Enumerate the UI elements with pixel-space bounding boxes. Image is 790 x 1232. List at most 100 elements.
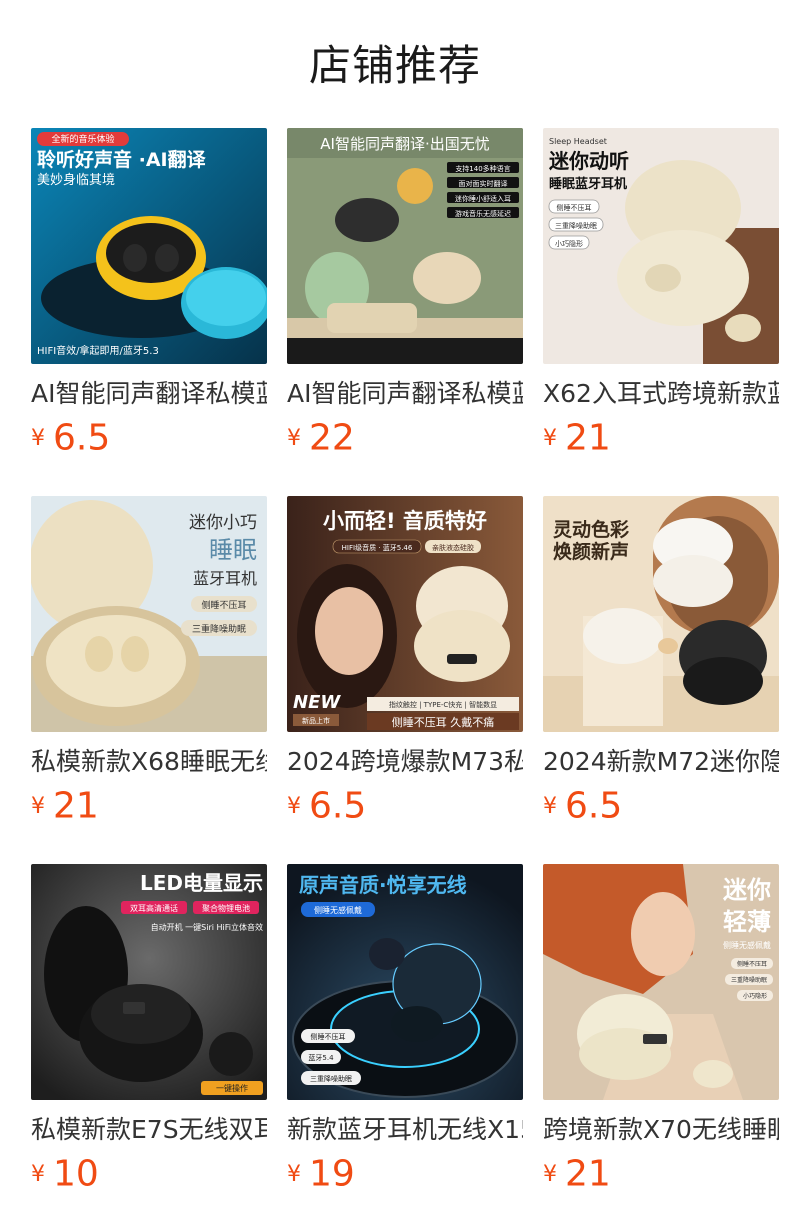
image-feature: 侧睡不压耳 [737,960,767,968]
image-subline: 焕颜新声 [553,540,629,563]
image-feature: 双耳高清通话 [130,903,178,913]
product-price: ¥10 [31,1152,267,1196]
product-image[interactable]: AI智能同声翻译·出国无忧 支持140多种语言 面对面实时翻译 迷你睡小舒适入耳… [287,128,523,364]
product-name[interactable]: 跨境新款X70无线睡眠蓝牙耳机 [543,1114,779,1146]
product-card[interactable]: 小而轻! 音质特好 HIFI级音质 · 蓝牙5.46 亲肤液态硅胶 NEW 新品… [287,496,523,864]
product-card[interactable]: Sleep Headset 迷你动听 睡眠蓝牙耳机 侧睡不压耳 三重降噪助眠 小… [543,128,779,496]
image-headline: 灵动色彩 [553,518,629,541]
image-feature: 蓝牙5.4 [308,1053,334,1062]
image-headline: 聆听好声音 ·AI翻译 [37,148,207,171]
currency-symbol: ¥ [287,425,301,451]
currency-symbol: ¥ [287,1161,301,1187]
price-amount: 21 [565,417,611,459]
price-amount: 6.5 [53,417,111,459]
currency-symbol: ¥ [543,425,557,451]
image-headline: 迷你动听 [548,149,629,173]
product-name[interactable]: X62入耳式跨境新款蓝牙耳机 [543,378,779,410]
image-headline: 原声音质·悦享无线 [299,873,467,897]
price-amount: 6.5 [565,785,623,827]
currency-symbol: ¥ [543,1161,557,1187]
image-feature-bar: 指纹触控 | TYPE-C快充 | 智能数显 [389,700,497,709]
image-badge: 一键操作 [216,1083,248,1093]
price-amount: 22 [309,417,355,459]
image-feature: 小巧隐形 [555,239,583,248]
image-headline: 迷你 [723,876,771,904]
image-headline: LED电量显示 [140,871,263,895]
product-card[interactable]: 迷你小巧 睡眠 蓝牙耳机 侧睡不压耳 三重降噪助眠 私模新款X68睡眠无线蓝牙耳… [31,496,267,864]
product-image[interactable]: 迷你小巧 睡眠 蓝牙耳机 侧睡不压耳 三重降噪助眠 [31,496,267,732]
product-price: ¥21 [31,784,267,828]
image-subline: 美妙身临其境 [37,172,115,188]
price-amount: 21 [565,1153,611,1195]
product-price: ¥19 [287,1152,523,1196]
image-badge-sub: 新品上市 [302,716,330,725]
image-headline: 小而轻! 音质特好 [323,509,487,533]
image-subline: 睡眠 [209,536,257,564]
image-footer: HIFI音效/拿起即用/蓝牙5.3 [37,344,159,357]
currency-symbol: ¥ [287,793,301,819]
currency-symbol: ¥ [543,793,557,819]
image-feature: 聚合物锂电池 [202,903,250,913]
image-feature-line: 侧睡无感佩戴 [723,940,771,950]
image-subline: 轻薄 [723,908,771,936]
image-feature: 三重降噪助眠 [731,976,767,984]
product-card[interactable]: 原声音质·悦享无线 侧睡无感佩戴 侧睡不压耳 蓝牙5.4 三重降噪助眠 新款蓝牙… [287,864,523,1232]
product-name[interactable]: AI智能同声翻译私模蓝牙耳机 [287,378,523,410]
image-badge: NEW [293,692,341,713]
product-card[interactable]: 迷你 轻薄 侧睡无感佩戴 侧睡不压耳 三重降噪助眠 小巧隐形 跨境新款X70无线… [543,864,779,1232]
product-image[interactable]: 迷你 轻薄 侧睡无感佩戴 侧睡不压耳 三重降噪助眠 小巧隐形 [543,864,779,1100]
image-feature: 迷你睡小舒适入耳 [455,194,511,203]
price-amount: 21 [53,785,99,827]
product-price: ¥6.5 [287,784,523,828]
image-feature: 侧睡不压耳 [311,1032,346,1041]
image-headline: AI智能同声翻译·出国无忧 [320,135,489,153]
image-badge: 全新的音乐体验 [51,133,114,145]
product-name[interactable]: 2024跨境爆款M73私模蓝牙耳机 [287,746,523,778]
product-price: ¥21 [543,416,779,460]
image-feature: 三重降噪助眠 [555,221,597,230]
image-subline: 睡眠蓝牙耳机 [549,176,627,192]
price-amount: 6.5 [309,785,367,827]
currency-symbol: ¥ [31,1161,45,1187]
product-image[interactable]: 小而轻! 音质特好 HIFI级音质 · 蓝牙5.46 亲肤液态硅胶 NEW 新品… [287,496,523,732]
image-feature-line: 自动开机 一键Siri HiFi立体音效 [151,922,263,932]
image-feature: 侧睡不压耳 [201,599,246,611]
product-price: ¥6.5 [543,784,779,828]
image-feature: HIFI级音质 · 蓝牙5.46 [342,543,413,552]
product-grid: 全新的音乐体验 聆听好声音 ·AI翻译 美妙身临其境 HIFI音效/拿起即用/蓝… [31,128,779,1232]
price-amount: 19 [309,1153,355,1195]
product-image[interactable]: 全新的音乐体验 聆听好声音 ·AI翻译 美妙身临其境 HIFI音效/拿起即用/蓝… [31,128,267,364]
product-name[interactable]: 私模新款X68睡眠无线蓝牙耳机 [31,746,267,778]
product-price: ¥21 [543,1152,779,1196]
product-price: ¥22 [287,416,523,460]
image-feature: 三重降噪助眠 [192,623,246,635]
product-card[interactable]: 灵动色彩 焕颜新声 2024新款M72迷你隐形蓝牙耳机 ¥6.5 [543,496,779,864]
price-amount: 10 [53,1153,99,1195]
product-image[interactable]: Sleep Headset 迷你动听 睡眠蓝牙耳机 侧睡不压耳 三重降噪助眠 小… [543,128,779,364]
product-name[interactable]: AI智能同声翻译私模蓝牙耳机 [31,378,267,410]
product-card[interactable]: 全新的音乐体验 聆听好声音 ·AI翻译 美妙身临其境 HIFI音效/拿起即用/蓝… [31,128,267,496]
product-image[interactable]: 灵动色彩 焕颜新声 [543,496,779,732]
product-price: ¥6.5 [31,416,267,460]
image-headline: 迷你小巧 [189,513,257,533]
product-image[interactable]: LED电量显示 双耳高清通话 聚合物锂电池 自动开机 一键Siri HiFi立体… [31,864,267,1100]
currency-symbol: ¥ [31,793,45,819]
image-slogan: 侧睡不压耳 久戴不痛 [392,715,495,729]
page-title: 店铺推荐 [308,41,481,90]
image-feature: 支持140多种语言 [455,164,510,173]
image-feature: 游戏音乐无感延迟 [455,209,511,218]
image-feature: 侧睡不压耳 [557,203,592,212]
product-image[interactable]: 原声音质·悦享无线 侧睡无感佩戴 侧睡不压耳 蓝牙5.4 三重降噪助眠 [287,864,523,1100]
product-name[interactable]: 私模新款E7S无线双耳蓝牙耳机 [31,1114,267,1146]
image-subline: 蓝牙耳机 [193,569,257,588]
image-feature: 小巧隐形 [743,992,767,1000]
image-tag: Sleep Headset [549,137,607,146]
product-card[interactable]: LED电量显示 双耳高清通话 聚合物锂电池 自动开机 一键Siri HiFi立体… [31,864,267,1232]
image-feature: 面对面实时翻译 [459,179,508,188]
product-name[interactable]: 新款蓝牙耳机无线X15电竞游戏 [287,1114,523,1146]
currency-symbol: ¥ [31,425,45,451]
image-feature: 侧睡无感佩戴 [314,905,362,915]
product-name[interactable]: 2024新款M72迷你隐形蓝牙耳机 [543,746,779,778]
image-feature: 亲肤液态硅胶 [432,543,474,552]
product-card[interactable]: AI智能同声翻译·出国无忧 支持140多种语言 面对面实时翻译 迷你睡小舒适入耳… [287,128,523,496]
